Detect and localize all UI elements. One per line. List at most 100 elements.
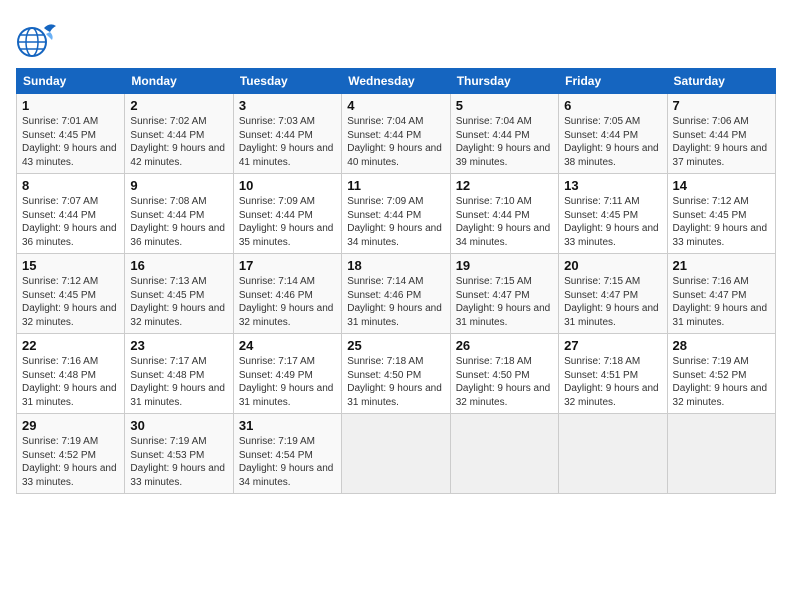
col-header-tuesday: Tuesday	[233, 69, 341, 94]
day-number: 21	[673, 258, 770, 273]
day-cell-23: 23 Sunrise: 7:17 AMSunset: 4:48 PMDaylig…	[125, 334, 233, 414]
day-number: 8	[22, 178, 119, 193]
day-cell-15: 15 Sunrise: 7:12 AMSunset: 4:45 PMDaylig…	[17, 254, 125, 334]
day-cell-21: 21 Sunrise: 7:16 AMSunset: 4:47 PMDaylig…	[667, 254, 775, 334]
calendar: SundayMondayTuesdayWednesdayThursdayFrid…	[16, 68, 776, 494]
day-number: 22	[22, 338, 119, 353]
day-info: Sunrise: 7:16 AMSunset: 4:47 PMDaylight:…	[673, 276, 768, 328]
day-info: Sunrise: 7:19 AMSunset: 4:52 PMDaylight:…	[22, 436, 117, 488]
page-header	[16, 16, 776, 60]
day-number: 3	[239, 98, 336, 113]
day-cell-16: 16 Sunrise: 7:13 AMSunset: 4:45 PMDaylig…	[125, 254, 233, 334]
day-cell-13: 13 Sunrise: 7:11 AMSunset: 4:45 PMDaylig…	[559, 174, 667, 254]
day-info: Sunrise: 7:06 AMSunset: 4:44 PMDaylight:…	[673, 116, 768, 168]
day-info: Sunrise: 7:14 AMSunset: 4:46 PMDaylight:…	[347, 276, 442, 328]
day-number: 18	[347, 258, 444, 273]
day-number: 5	[456, 98, 553, 113]
day-number: 9	[130, 178, 227, 193]
day-cell-5: 5 Sunrise: 7:04 AMSunset: 4:44 PMDayligh…	[450, 94, 558, 174]
day-cell-31: 31 Sunrise: 7:19 AMSunset: 4:54 PMDaylig…	[233, 414, 341, 494]
day-info: Sunrise: 7:18 AMSunset: 4:50 PMDaylight:…	[456, 356, 551, 408]
day-number: 23	[130, 338, 227, 353]
day-number: 28	[673, 338, 770, 353]
day-info: Sunrise: 7:19 AMSunset: 4:52 PMDaylight:…	[673, 356, 768, 408]
empty-cell	[559, 414, 667, 494]
day-info: Sunrise: 7:15 AMSunset: 4:47 PMDaylight:…	[456, 276, 551, 328]
day-number: 10	[239, 178, 336, 193]
day-cell-1: 1 Sunrise: 7:01 AMSunset: 4:45 PMDayligh…	[17, 94, 125, 174]
day-cell-22: 22 Sunrise: 7:16 AMSunset: 4:48 PMDaylig…	[17, 334, 125, 414]
day-info: Sunrise: 7:01 AMSunset: 4:45 PMDaylight:…	[22, 116, 117, 168]
day-cell-9: 9 Sunrise: 7:08 AMSunset: 4:44 PMDayligh…	[125, 174, 233, 254]
day-info: Sunrise: 7:03 AMSunset: 4:44 PMDaylight:…	[239, 116, 334, 168]
day-info: Sunrise: 7:13 AMSunset: 4:45 PMDaylight:…	[130, 276, 225, 328]
day-cell-10: 10 Sunrise: 7:09 AMSunset: 4:44 PMDaylig…	[233, 174, 341, 254]
day-cell-27: 27 Sunrise: 7:18 AMSunset: 4:51 PMDaylig…	[559, 334, 667, 414]
day-number: 19	[456, 258, 553, 273]
day-cell-28: 28 Sunrise: 7:19 AMSunset: 4:52 PMDaylig…	[667, 334, 775, 414]
day-cell-17: 17 Sunrise: 7:14 AMSunset: 4:46 PMDaylig…	[233, 254, 341, 334]
calendar-week-4: 22 Sunrise: 7:16 AMSunset: 4:48 PMDaylig…	[17, 334, 776, 414]
day-number: 4	[347, 98, 444, 113]
day-number: 2	[130, 98, 227, 113]
logo	[16, 16, 62, 60]
day-info: Sunrise: 7:19 AMSunset: 4:54 PMDaylight:…	[239, 436, 334, 488]
day-info: Sunrise: 7:12 AMSunset: 4:45 PMDaylight:…	[673, 196, 768, 248]
day-number: 31	[239, 418, 336, 433]
day-number: 29	[22, 418, 119, 433]
day-info: Sunrise: 7:19 AMSunset: 4:53 PMDaylight:…	[130, 436, 225, 488]
day-cell-3: 3 Sunrise: 7:03 AMSunset: 4:44 PMDayligh…	[233, 94, 341, 174]
day-info: Sunrise: 7:04 AMSunset: 4:44 PMDaylight:…	[456, 116, 551, 168]
calendar-week-5: 29 Sunrise: 7:19 AMSunset: 4:52 PMDaylig…	[17, 414, 776, 494]
day-info: Sunrise: 7:11 AMSunset: 4:45 PMDaylight:…	[564, 196, 659, 248]
day-cell-26: 26 Sunrise: 7:18 AMSunset: 4:50 PMDaylig…	[450, 334, 558, 414]
day-info: Sunrise: 7:07 AMSunset: 4:44 PMDaylight:…	[22, 196, 117, 248]
empty-cell	[450, 414, 558, 494]
day-info: Sunrise: 7:02 AMSunset: 4:44 PMDaylight:…	[130, 116, 225, 168]
day-number: 27	[564, 338, 661, 353]
day-cell-6: 6 Sunrise: 7:05 AMSunset: 4:44 PMDayligh…	[559, 94, 667, 174]
day-number: 16	[130, 258, 227, 273]
day-number: 1	[22, 98, 119, 113]
day-cell-2: 2 Sunrise: 7:02 AMSunset: 4:44 PMDayligh…	[125, 94, 233, 174]
col-header-sunday: Sunday	[17, 69, 125, 94]
day-cell-19: 19 Sunrise: 7:15 AMSunset: 4:47 PMDaylig…	[450, 254, 558, 334]
day-number: 25	[347, 338, 444, 353]
day-number: 15	[22, 258, 119, 273]
day-cell-29: 29 Sunrise: 7:19 AMSunset: 4:52 PMDaylig…	[17, 414, 125, 494]
day-info: Sunrise: 7:04 AMSunset: 4:44 PMDaylight:…	[347, 116, 442, 168]
day-number: 6	[564, 98, 661, 113]
day-info: Sunrise: 7:05 AMSunset: 4:44 PMDaylight:…	[564, 116, 659, 168]
day-cell-25: 25 Sunrise: 7:18 AMSunset: 4:50 PMDaylig…	[342, 334, 450, 414]
day-number: 17	[239, 258, 336, 273]
calendar-header-row: SundayMondayTuesdayWednesdayThursdayFrid…	[17, 69, 776, 94]
day-number: 20	[564, 258, 661, 273]
day-cell-4: 4 Sunrise: 7:04 AMSunset: 4:44 PMDayligh…	[342, 94, 450, 174]
calendar-week-3: 15 Sunrise: 7:12 AMSunset: 4:45 PMDaylig…	[17, 254, 776, 334]
empty-cell	[667, 414, 775, 494]
col-header-friday: Friday	[559, 69, 667, 94]
calendar-week-2: 8 Sunrise: 7:07 AMSunset: 4:44 PMDayligh…	[17, 174, 776, 254]
day-info: Sunrise: 7:16 AMSunset: 4:48 PMDaylight:…	[22, 356, 117, 408]
day-info: Sunrise: 7:10 AMSunset: 4:44 PMDaylight:…	[456, 196, 551, 248]
empty-cell	[342, 414, 450, 494]
day-info: Sunrise: 7:12 AMSunset: 4:45 PMDaylight:…	[22, 276, 117, 328]
day-info: Sunrise: 7:18 AMSunset: 4:50 PMDaylight:…	[347, 356, 442, 408]
day-cell-12: 12 Sunrise: 7:10 AMSunset: 4:44 PMDaylig…	[450, 174, 558, 254]
day-cell-11: 11 Sunrise: 7:09 AMSunset: 4:44 PMDaylig…	[342, 174, 450, 254]
day-cell-30: 30 Sunrise: 7:19 AMSunset: 4:53 PMDaylig…	[125, 414, 233, 494]
day-info: Sunrise: 7:14 AMSunset: 4:46 PMDaylight:…	[239, 276, 334, 328]
day-info: Sunrise: 7:15 AMSunset: 4:47 PMDaylight:…	[564, 276, 659, 328]
col-header-saturday: Saturday	[667, 69, 775, 94]
day-info: Sunrise: 7:17 AMSunset: 4:48 PMDaylight:…	[130, 356, 225, 408]
day-info: Sunrise: 7:09 AMSunset: 4:44 PMDaylight:…	[347, 196, 442, 248]
day-number: 26	[456, 338, 553, 353]
day-number: 13	[564, 178, 661, 193]
day-cell-8: 8 Sunrise: 7:07 AMSunset: 4:44 PMDayligh…	[17, 174, 125, 254]
day-number: 14	[673, 178, 770, 193]
day-info: Sunrise: 7:08 AMSunset: 4:44 PMDaylight:…	[130, 196, 225, 248]
day-info: Sunrise: 7:18 AMSunset: 4:51 PMDaylight:…	[564, 356, 659, 408]
day-info: Sunrise: 7:17 AMSunset: 4:49 PMDaylight:…	[239, 356, 334, 408]
day-cell-14: 14 Sunrise: 7:12 AMSunset: 4:45 PMDaylig…	[667, 174, 775, 254]
day-cell-18: 18 Sunrise: 7:14 AMSunset: 4:46 PMDaylig…	[342, 254, 450, 334]
